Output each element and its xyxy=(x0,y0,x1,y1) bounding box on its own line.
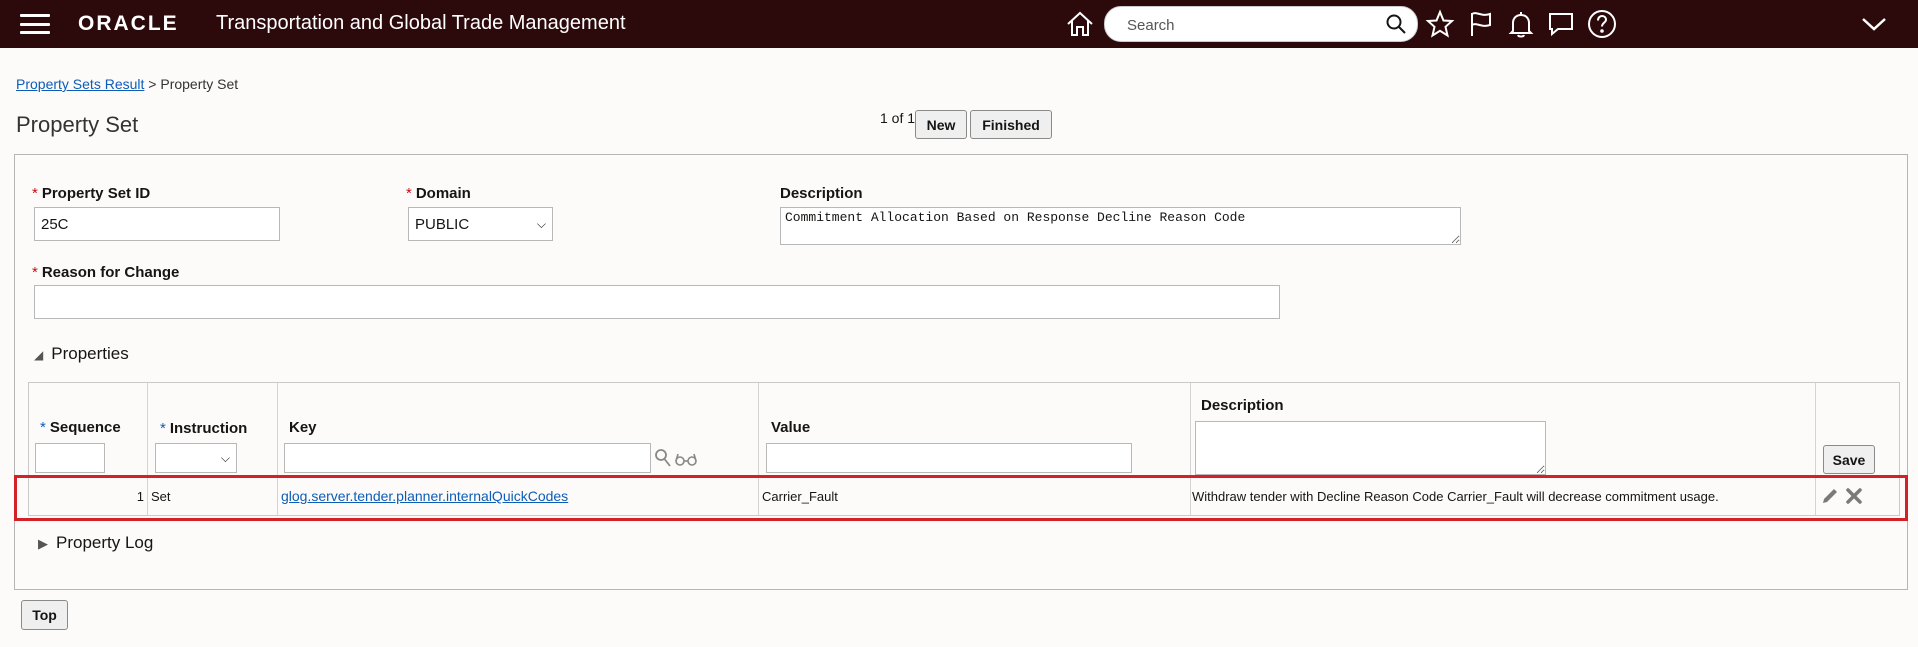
pager: 1 of 1 xyxy=(880,110,916,126)
reason-for-change-label: * Reason for Change xyxy=(32,264,180,281)
search-box xyxy=(1104,6,1418,42)
value-filter-input[interactable] xyxy=(766,443,1132,473)
column-header-value: Value xyxy=(771,419,811,436)
property-log-section-toggle[interactable]: ▶ Property Log xyxy=(38,533,153,553)
reason-for-change-input[interactable] xyxy=(34,285,1280,319)
column-header-description: Description xyxy=(1201,397,1284,414)
breadcrumb-link-property-sets-result[interactable]: Property Sets Result xyxy=(16,76,144,92)
top-bar: ORACLE Transportation and Global Trade M… xyxy=(0,0,1918,48)
chevron-down-icon: ⌵ xyxy=(536,216,546,231)
notifications-bell-icon[interactable] xyxy=(1505,8,1537,40)
properties-section-label: Properties xyxy=(51,344,129,363)
triangle-collapsed-icon: ▶ xyxy=(38,536,48,551)
help-icon[interactable] xyxy=(1586,8,1618,40)
edit-pencil-icon[interactable] xyxy=(1820,486,1840,506)
row-key-link[interactable]: glog.server.tender.planner.internalQuick… xyxy=(281,488,568,504)
sequence-filter-input[interactable] xyxy=(35,443,105,473)
menu-icon[interactable] xyxy=(20,14,50,34)
domain-label: * Domain xyxy=(406,185,471,202)
flag-icon[interactable] xyxy=(1465,8,1497,40)
row-instruction: Set xyxy=(151,489,171,504)
row-description: Withdraw tender with Decline Reason Code… xyxy=(1192,489,1719,504)
key-filter-input[interactable] xyxy=(284,443,651,473)
top-button[interactable]: Top xyxy=(21,600,68,630)
column-header-instruction: * Instruction xyxy=(160,420,248,437)
oracle-logo: ORACLE xyxy=(78,12,179,35)
property-set-id-input[interactable] xyxy=(34,207,280,241)
chevron-down-icon[interactable] xyxy=(1858,8,1890,40)
column-header-key: Key xyxy=(289,419,317,436)
properties-section-toggle[interactable]: ◢ Properties xyxy=(34,344,129,364)
glasses-icon[interactable] xyxy=(675,452,697,466)
domain-value: PUBLIC xyxy=(415,215,470,233)
search-icon[interactable] xyxy=(1385,13,1407,35)
domain-select[interactable]: PUBLIC ⌵ xyxy=(408,207,553,241)
chevron-down-icon: ⌵ xyxy=(220,450,230,465)
new-button[interactable]: New xyxy=(915,110,967,139)
breadcrumb-separator: > xyxy=(148,76,157,92)
key-search-icon[interactable] xyxy=(654,448,672,468)
finished-button[interactable]: Finished xyxy=(970,110,1052,139)
search-input[interactable] xyxy=(1125,13,1379,37)
description-filter-textarea[interactable] xyxy=(1195,421,1546,475)
table-row: 1 Set glog.server.tender.planner.interna… xyxy=(28,482,1898,512)
row-value: Carrier_Fault xyxy=(762,489,838,504)
triangle-expanded-icon: ◢ xyxy=(34,348,44,362)
save-button[interactable]: Save xyxy=(1823,445,1875,474)
delete-x-icon[interactable] xyxy=(1844,486,1864,506)
description-label: Description xyxy=(780,185,863,202)
property-log-section-label: Property Log xyxy=(56,533,154,552)
instruction-filter-select[interactable]: ⌵ xyxy=(155,443,237,473)
home-icon[interactable] xyxy=(1064,8,1096,40)
breadcrumb-current: Property Set xyxy=(160,76,239,92)
property-set-id-label: * Property Set ID xyxy=(32,185,151,202)
page-title: Property Set xyxy=(16,112,139,137)
breadcrumb: Property Sets Result > Property Set xyxy=(16,76,238,92)
messages-icon[interactable] xyxy=(1545,8,1577,40)
description-textarea[interactable]: Commitment Allocation Based on Response … xyxy=(780,207,1461,245)
column-header-sequence: * Sequence xyxy=(40,419,121,436)
row-sequence: 1 xyxy=(136,489,144,504)
favorites-star-icon[interactable] xyxy=(1424,8,1456,40)
app-title: Transportation and Global Trade Manageme… xyxy=(216,12,626,34)
